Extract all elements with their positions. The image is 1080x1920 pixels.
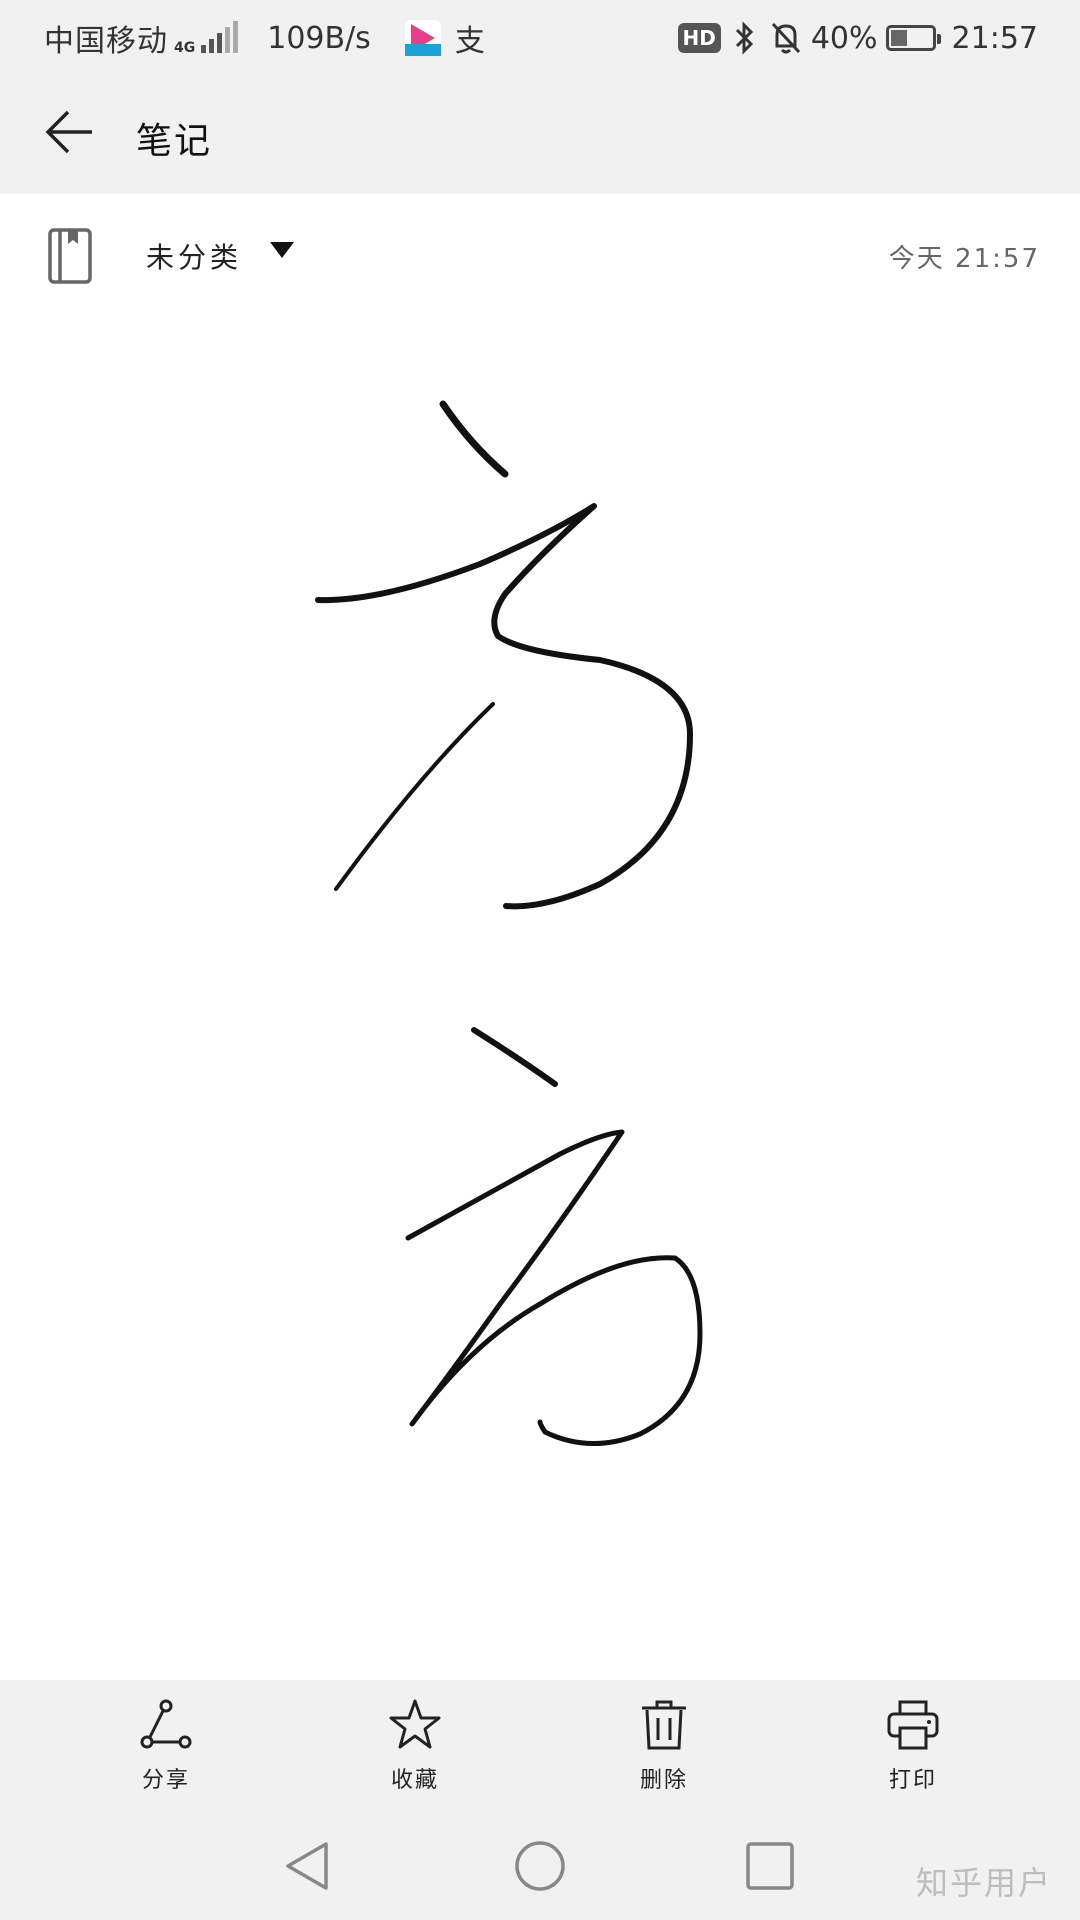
handwriting-stroke	[334, 702, 495, 891]
print-label: 打印	[888, 1768, 937, 1793]
battery-icon	[885, 25, 941, 51]
nav-home-icon[interactable]	[512, 1838, 568, 1894]
handwriting-stroke	[439, 400, 509, 478]
network-speed: 109B/s	[267, 20, 371, 56]
status-bar: 中国移动 4G 109B/s 支 HD 40% 21:57	[0, 0, 1080, 76]
favorite-label: 收藏	[390, 1768, 439, 1793]
mute-bell-icon	[771, 22, 800, 54]
delete-button[interactable]: 删除	[594, 1698, 734, 1798]
clock: 21:57	[951, 20, 1038, 56]
share-label: 分享	[141, 1768, 190, 1793]
share-icon	[140, 1699, 192, 1749]
caret-down-icon[interactable]	[270, 242, 294, 258]
delete-label: 删除	[639, 1768, 688, 1793]
note-meta-row: 未分类 今天 21:57	[0, 224, 1080, 284]
carrier-name: 中国移动	[44, 24, 168, 59]
handwriting-stroke	[315, 503, 693, 910]
app-bar: 笔记	[0, 76, 1080, 194]
bottom-toolbar: 分享 收藏 删除 打印	[0, 1680, 1080, 1808]
note-timestamp: 今天 21:57	[888, 244, 1040, 274]
handwriting-canvas[interactable]	[0, 314, 1080, 1654]
back-arrow-icon[interactable]	[44, 106, 96, 158]
battery-percent: 40%	[810, 20, 878, 56]
page-title: 笔记	[136, 121, 213, 162]
alipay-icon: 支	[454, 24, 485, 59]
hd-badge: HD	[677, 23, 721, 53]
nav-back-icon[interactable]	[280, 1838, 336, 1894]
handwriting-stroke	[471, 1027, 558, 1087]
favorite-button[interactable]: 收藏	[345, 1698, 485, 1798]
trash-icon	[642, 1700, 686, 1750]
bluetooth-icon	[735, 21, 753, 55]
handwriting-stroke	[405, 1129, 703, 1447]
network-type: 4G	[174, 40, 196, 56]
star-icon	[389, 1699, 441, 1749]
print-button[interactable]: 打印	[843, 1698, 983, 1798]
watermark: 知乎用户	[915, 1864, 1052, 1902]
signal-icon: 4G	[174, 21, 243, 55]
note-content: 未分类 今天 21:57	[0, 194, 1080, 1680]
notebook-icon[interactable]	[48, 228, 94, 284]
category-selector[interactable]: 未分类	[146, 236, 242, 276]
nav-recents-icon[interactable]	[742, 1838, 798, 1894]
printer-icon	[887, 1700, 939, 1750]
share-button[interactable]: 分享	[96, 1698, 236, 1798]
video-app-icon	[404, 20, 441, 56]
